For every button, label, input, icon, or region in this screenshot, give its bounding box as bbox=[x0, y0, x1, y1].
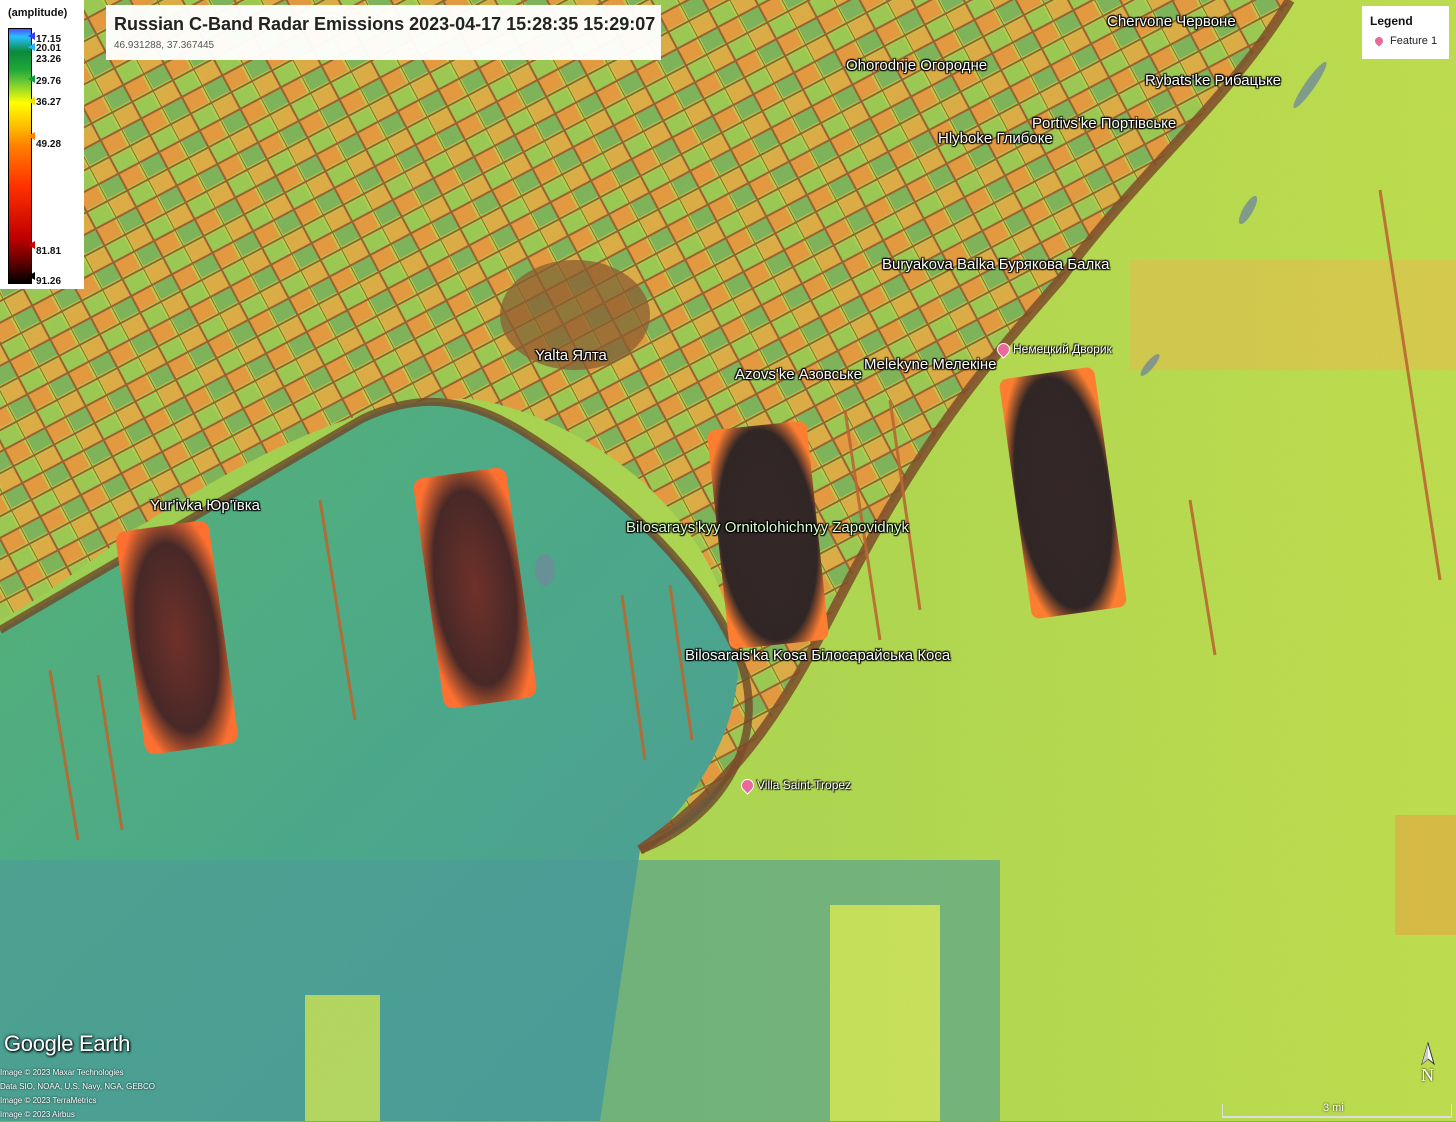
scale-tick: 81.81 bbox=[36, 246, 62, 257]
poi-label: Villa Saint-Tropez bbox=[757, 778, 852, 792]
scale-marker-icon bbox=[28, 97, 35, 105]
imagery-credits: Image © 2023 Maxar Technologies Data SIO… bbox=[0, 1066, 155, 1122]
credit-line: Image © 2023 TerraMetrics bbox=[0, 1096, 97, 1105]
poi-nemetsky-dvorik[interactable]: Немецкий Дворик bbox=[994, 339, 1112, 359]
place-label-bilosaraiska-kosa[interactable]: Bilosarais'ka Kosa Білосарайська Коса bbox=[685, 647, 950, 664]
scale-tick: 36.27 bbox=[36, 97, 62, 108]
north-arrow-icon bbox=[1421, 1041, 1435, 1066]
map-pin-icon bbox=[1371, 33, 1387, 49]
scale-tick: 29.76 bbox=[36, 76, 62, 87]
scale-marker-icon bbox=[28, 241, 35, 249]
place-label-yurivka[interactable]: Yur'ivka Юр'ївка bbox=[150, 497, 260, 514]
poi-villa-saint-tropez[interactable]: Villa Saint-Tropez bbox=[738, 775, 852, 795]
scale-tick: 23.26 bbox=[36, 54, 62, 65]
distance-scale-bar: 3 mi bbox=[1222, 1102, 1452, 1118]
place-label-rybatske[interactable]: Rybats'ke Рибацьке bbox=[1145, 72, 1281, 89]
credit-line: Image © 2023 Airbus bbox=[0, 1110, 75, 1119]
scale-bar-label: 3 mi bbox=[1323, 1102, 1344, 1114]
scale-tick: 91.26 bbox=[36, 276, 62, 287]
place-label-reserve[interactable]: Bilosarays'kyy Ornitolohichnyy Zapovidny… bbox=[626, 519, 909, 536]
place-label-yalta[interactable]: Yalta Ялта bbox=[535, 347, 607, 364]
scale-marker-icon bbox=[28, 132, 35, 140]
place-label-portivske[interactable]: Portivs'ke Портівське bbox=[1032, 115, 1176, 132]
legend-item-feature-1[interactable]: Feature 1 bbox=[1371, 33, 1438, 49]
north-arrow[interactable]: N bbox=[1415, 1041, 1441, 1088]
legend-item-label: Feature 1 bbox=[1390, 35, 1438, 47]
map-pin-icon bbox=[738, 775, 757, 795]
place-label-azovske[interactable]: Azovs'ke Азовське bbox=[735, 366, 862, 383]
place-label-melekyne[interactable]: Melekyne Мелекіне bbox=[864, 356, 997, 373]
google-earth-logo: Google Earth bbox=[4, 1031, 131, 1056]
scale-marker-icon bbox=[28, 32, 35, 40]
north-label: N bbox=[1421, 1065, 1434, 1085]
place-label-hlyboke[interactable]: Hlyboke Глибоке bbox=[938, 130, 1053, 147]
amplitude-color-scale: (amplitude) 17.15 20.01 23.26 29.76 36.2… bbox=[0, 0, 84, 289]
radar-map-canvas[interactable] bbox=[0, 0, 1456, 1121]
speckle-noise bbox=[0, 0, 1456, 1121]
scale-marker-icon bbox=[28, 43, 35, 51]
poi-label: Немецкий Дворик bbox=[1013, 342, 1112, 356]
title-overlay: Russian C-Band Radar Emissions 2023-04-1… bbox=[106, 5, 661, 60]
scale-marker-icon bbox=[28, 75, 35, 83]
scale-tick: 49.28 bbox=[36, 139, 62, 150]
credit-line: Image © 2023 Maxar Technologies bbox=[0, 1068, 124, 1077]
map-coordinates: 46.931288, 37.367445 bbox=[114, 40, 215, 51]
place-label-chervone[interactable]: Chervone Червоне bbox=[1107, 13, 1236, 30]
credit-line: Data SIO, NOAA, U.S. Navy, NGA, GEBCO bbox=[0, 1082, 155, 1091]
legend-heading: Legend bbox=[1370, 14, 1413, 28]
scale-label: (amplitude) bbox=[8, 7, 68, 19]
legend-panel[interactable]: Legend Feature 1 bbox=[1362, 6, 1449, 59]
map-title: Russian C-Band Radar Emissions 2023-04-1… bbox=[114, 14, 656, 34]
scale-marker-icon bbox=[28, 272, 35, 280]
place-label-ohorodnje[interactable]: Ohorodnje Огородне bbox=[846, 57, 987, 74]
place-label-buryakova-balka[interactable]: Buryakova Balka Бурякова Балка bbox=[882, 256, 1109, 273]
map-pin-icon bbox=[994, 339, 1013, 359]
scale-tick: 20.01 bbox=[36, 43, 62, 54]
